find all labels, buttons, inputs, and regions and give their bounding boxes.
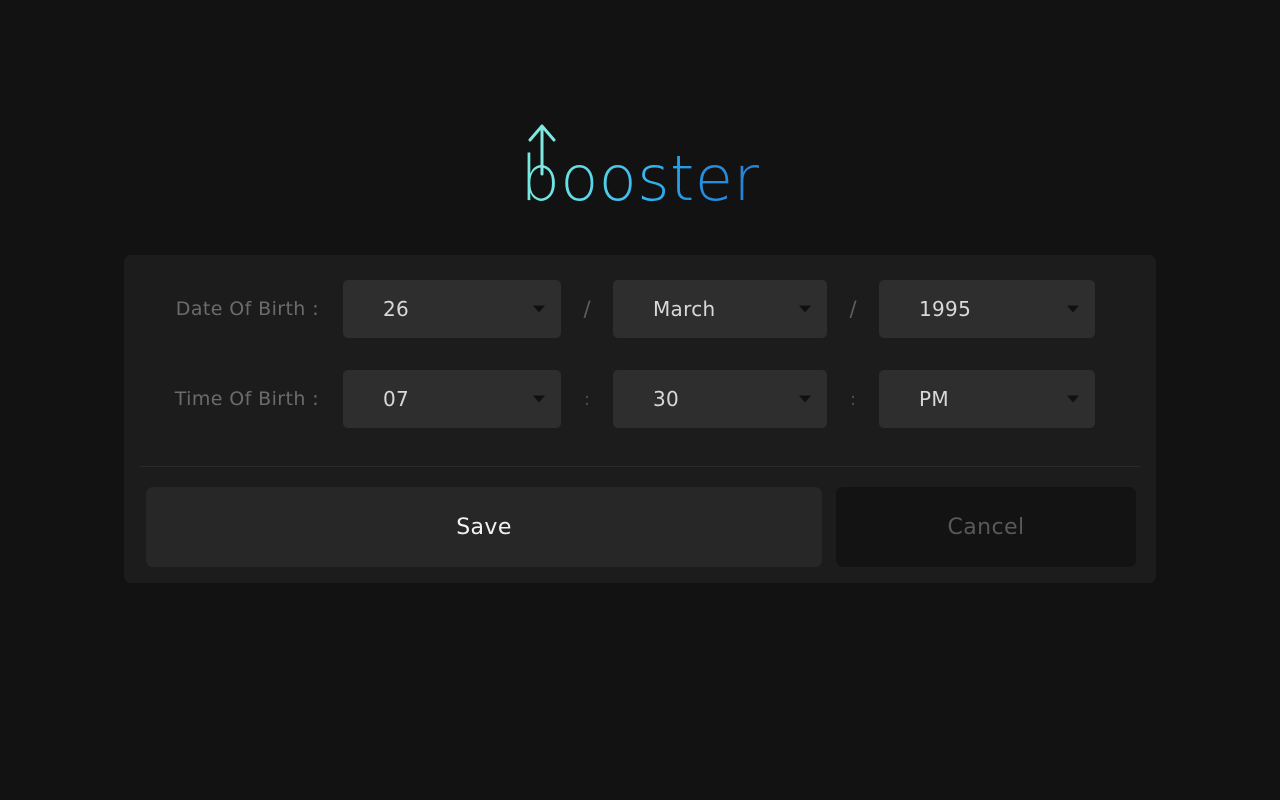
time-of-birth-label: Time Of Birth :: [174, 388, 319, 410]
card-divider: [140, 466, 1140, 467]
chevron-down-icon: [1067, 305, 1079, 313]
hour-select-value: 07: [383, 387, 410, 411]
time-separator-2: :: [849, 388, 857, 410]
day-select[interactable]: 26: [343, 280, 561, 338]
chevron-down-icon: [799, 305, 811, 313]
date-separator-1: /: [583, 297, 591, 321]
chevron-down-icon: [799, 395, 811, 403]
year-select[interactable]: 1995: [879, 280, 1095, 338]
meridiem-select[interactable]: PM: [879, 370, 1095, 428]
logo-text: booster: [520, 142, 760, 215]
birth-details-card: Date Of Birth : 26 / March / 1995 Time O…: [124, 255, 1156, 583]
save-button[interactable]: Save: [146, 487, 822, 567]
date-of-birth-row: Date Of Birth : 26 / March / 1995: [124, 279, 1156, 339]
logo-group: booster: [521, 120, 760, 216]
minute-select[interactable]: 30: [613, 370, 827, 428]
app-screen: booster Date Of Birth : 26 / March / 199…: [0, 0, 1280, 800]
chevron-down-icon: [533, 395, 545, 403]
card-actions: Save Cancel: [146, 487, 1136, 567]
year-select-value: 1995: [919, 297, 972, 321]
brand-logo: booster: [0, 118, 1280, 218]
date-of-birth-label: Date Of Birth :: [175, 298, 319, 320]
hour-select[interactable]: 07: [343, 370, 561, 428]
chevron-down-icon: [533, 305, 545, 313]
chevron-down-icon: [1067, 395, 1079, 403]
time-separator-1: :: [583, 388, 591, 410]
day-select-value: 26: [383, 297, 410, 321]
time-of-birth-row: Time Of Birth : 07 : 30 : PM: [124, 369, 1156, 429]
month-select[interactable]: March: [613, 280, 827, 338]
meridiem-select-value: PM: [919, 387, 949, 411]
cancel-button[interactable]: Cancel: [836, 487, 1136, 567]
minute-select-value: 30: [653, 387, 680, 411]
month-select-value: March: [653, 297, 716, 321]
date-separator-2: /: [849, 297, 857, 321]
form-area: Date Of Birth : 26 / March / 1995 Time O…: [124, 255, 1156, 429]
